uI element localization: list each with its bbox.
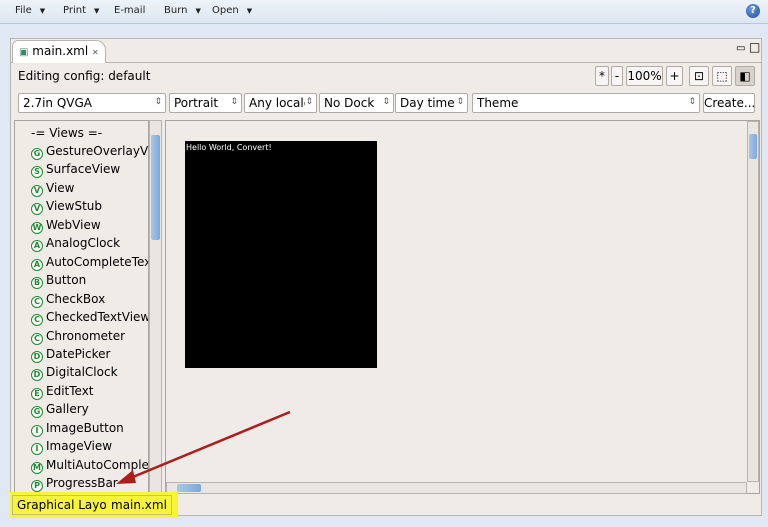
widget-icon: G [31, 406, 43, 419]
maximize-icon[interactable]: □ [749, 40, 760, 54]
spinner-icon: ⇕ [154, 97, 162, 107]
palette-item[interactable]: G Gallery [31, 401, 89, 419]
widget-icon: G [31, 148, 43, 160]
spinner-icon: ⇕ [456, 97, 464, 107]
palette-item[interactable]: V ViewStub [31, 198, 102, 216]
hello-text[interactable]: Hello World, Convert! [186, 143, 272, 152]
widget-icon: I [31, 424, 43, 437]
palette-scrollbar[interactable] [149, 120, 162, 494]
theme-select[interactable]: Theme ⇕ [472, 93, 700, 113]
clip-icon[interactable]: ◧ [735, 66, 755, 86]
divider [11, 62, 761, 63]
canvas-hscrollbar[interactable] [166, 482, 747, 494]
menu-print[interactable]: Print ▼ [63, 5, 99, 16]
close-icon[interactable]: ✕ [92, 48, 99, 57]
widget-icon: V [31, 184, 43, 197]
device-select[interactable]: 2.7in QVGA ⇕ [18, 93, 166, 113]
tab-main-xml-source[interactable]: main.xml [107, 495, 172, 515]
chevron-down-icon: ▼ [246, 7, 253, 15]
scroll-thumb[interactable] [749, 134, 757, 159]
widget-icon: D [31, 369, 43, 382]
palette-item[interactable]: GGestureOverlayView [31, 143, 148, 160]
widget-icon: A [31, 240, 43, 253]
locale-select[interactable]: Any locale ⇕ [244, 93, 317, 113]
menu-burn[interactable]: Burn ▼ [164, 5, 201, 16]
menu-file[interactable]: File ▼ [15, 5, 45, 16]
menu-email[interactable]: E-mail [114, 5, 145, 16]
scroll-thumb[interactable] [177, 484, 201, 492]
chevron-down-icon: ▼ [94, 7, 100, 15]
time-select[interactable]: Day time ⇕ [395, 93, 468, 113]
orientation-select[interactable]: Portrait ⇕ [169, 93, 242, 113]
widget-icon: B [31, 277, 43, 290]
palette-item[interactable]: AAutoCompleteTextView [31, 254, 148, 271]
palette-item[interactable]: D DigitalClock [31, 364, 118, 382]
chevron-down-icon: ▼ [39, 7, 46, 15]
spinner-icon: ⇕ [230, 97, 238, 107]
scroll-thumb[interactable] [151, 135, 160, 240]
palette-item[interactable]: MMultiAutoComplete [31, 457, 148, 474]
widget-icon: M [31, 461, 43, 474]
palette-item[interactable]: S SurfaceView [31, 161, 120, 179]
zoom-out-button[interactable]: - [611, 66, 623, 86]
widget-icon: S [31, 166, 43, 179]
palette: -= Views =- GGestureOverlayViewSSurfaceV… [14, 120, 149, 494]
palette-item[interactable]: D DatePicker [31, 346, 110, 363]
widget-icon: D [31, 350, 43, 363]
widget-icon: C [31, 332, 43, 345]
widget-icon: P [31, 480, 43, 493]
palette-item[interactable]: B Button [31, 272, 86, 290]
spinner-icon: ⇕ [305, 97, 313, 107]
menu-bar: File ▼ Print ▼ E-mail Burn ▼ Open ▼ ? [0, 0, 768, 24]
menu-open[interactable]: Open ▼ [212, 5, 252, 16]
device-screen[interactable]: Hello World, Convert! [185, 141, 377, 368]
chevron-down-icon: ▼ [195, 7, 201, 15]
widget-icon: I [31, 443, 43, 456]
fit-screen-icon[interactable]: ⊡ [689, 66, 709, 86]
palette-item[interactable]: I ImageButton [31, 420, 124, 437]
spinner-icon: ⇕ [382, 97, 390, 107]
zoom-in-button[interactable]: + [666, 66, 683, 86]
xml-file-icon: ▣ [19, 47, 29, 58]
outline-icon[interactable]: ⬚ [712, 66, 732, 86]
widget-icon: V [31, 203, 43, 216]
widget-icon: C [31, 295, 43, 308]
dock-select[interactable]: No Dock ⇕ [319, 93, 394, 113]
canvas-vscrollbar[interactable] [747, 121, 759, 482]
palette-item[interactable]: W WebView [31, 217, 101, 234]
widget-icon: W [31, 221, 43, 234]
palette-item[interactable]: C CheckedTextView [31, 309, 148, 327]
widget-icon: A [31, 258, 43, 271]
palette-header: -= Views =- [31, 126, 103, 140]
palette-item[interactable]: P ProgressBar [31, 475, 118, 493]
create-button[interactable]: Create... [703, 93, 755, 113]
widget-icon: C [31, 314, 43, 327]
config-label: Editing config: default [18, 69, 151, 83]
zoom-reset-button[interactable]: * [595, 66, 609, 86]
question-circle-icon[interactable]: ? [746, 4, 760, 18]
spinner-icon: ⇕ [688, 97, 696, 107]
widget-icon: E [31, 387, 43, 400]
tab-main-xml[interactable]: ▣ main.xml ✕ [12, 40, 106, 63]
palette-item[interactable]: C Chronometer [31, 328, 125, 345]
palette-item[interactable]: I ImageView [31, 438, 112, 456]
palette-item[interactable]: E EditText [31, 383, 94, 400]
zoom-level[interactable]: 100% [626, 66, 663, 86]
palette-item[interactable]: V View [31, 180, 74, 197]
palette-item[interactable]: A AnalogClock [31, 235, 120, 253]
palette-item[interactable]: C CheckBox [31, 291, 105, 308]
minimize-icon[interactable]: ▭ [736, 43, 745, 54]
